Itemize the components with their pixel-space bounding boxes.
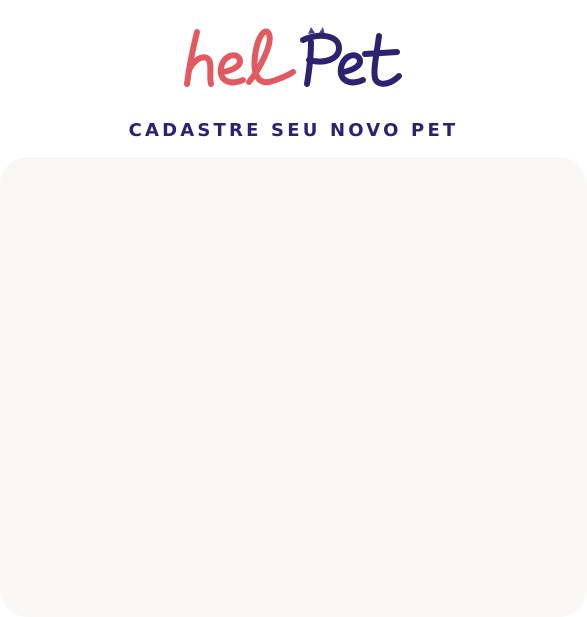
- helpet-logo: [183, 26, 405, 92]
- form-card: [0, 157, 587, 617]
- helpet-logo-graphic: [184, 27, 402, 87]
- page-title: CADASTRE SEU NOVO PET: [128, 120, 459, 141]
